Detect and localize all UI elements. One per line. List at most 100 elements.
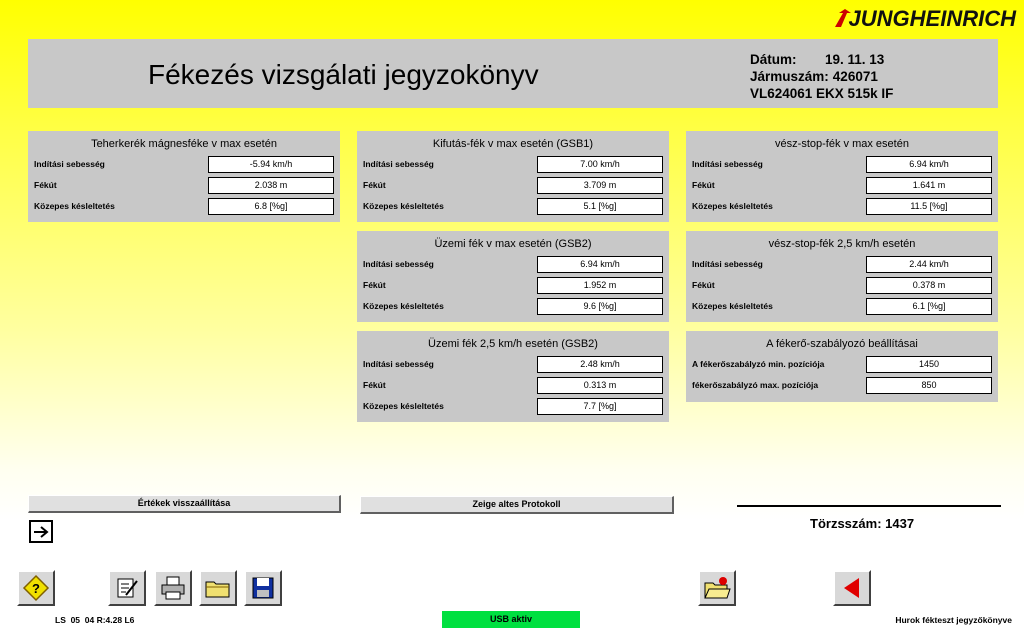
row-label: Indítási sebesség [363, 259, 434, 269]
row-label: Közepes késleltetés [363, 301, 444, 311]
row-label: Fékút [692, 280, 715, 290]
report-header: Fékezés vizsgálati jegyzokönyv Dátum: 19.… [28, 39, 998, 108]
value-field: 9.6 [%g] [537, 298, 663, 315]
next-arrow-button[interactable] [29, 520, 53, 543]
row-label: Fékút [34, 180, 57, 190]
row-brake-distance: Fékút 1.641 m [686, 177, 998, 198]
jungheinrich-logo: JUNGHEINRICH [833, 6, 1016, 32]
panel-load-wheel-brake: Teherkerék mágnesféke v max esetén Indít… [28, 131, 340, 222]
edit-icon [117, 578, 138, 598]
value-field: 2.038 m [208, 177, 334, 194]
row-label: Közepes késleltetés [34, 201, 115, 211]
row-label: A fékerőszabályzó min. pozíciója [692, 359, 825, 369]
panel-service-brake-gsb2: Üzemi fék v max esetén (GSB2) Indítási s… [357, 231, 669, 322]
panel-title: Kifutás-fék v max esetén (GSB1) [432, 138, 594, 150]
folder-icon [205, 581, 230, 598]
help-button[interactable]: ? [17, 570, 55, 606]
row-deceleration: Közepes késleltetés 6.8 [%g] [28, 198, 340, 219]
row-brake-distance: Fékút 2.038 m [28, 177, 340, 198]
row-deceleration: Közepes késleltetés 7.7 [%g] [357, 398, 669, 419]
value-field: 1450 [866, 356, 992, 373]
panel-title: vész-stop-fék v max esetén [775, 138, 909, 150]
value-field: 6.8 [%g] [208, 198, 334, 215]
open-folder-icon [704, 577, 731, 599]
row-start-speed: Indítási sebesség 7.00 km/h [357, 156, 669, 177]
row-label: Fékút [692, 180, 715, 190]
serial-number: Törzsszám: 1437 [810, 516, 914, 531]
print-icon [161, 576, 185, 600]
value-field: 5.1 [%g] [537, 198, 663, 215]
row-start-speed: Indítási sebesség 2.44 km/h [686, 256, 998, 277]
divider-line [737, 505, 1001, 507]
row-deceleration: Közepes késleltetés 6.1 [%g] [686, 298, 998, 319]
edit-button[interactable] [108, 570, 146, 606]
date-label: Dátum: [750, 52, 797, 67]
row-brake-distance: Fékút 0.378 m [686, 277, 998, 298]
page-title: Fékezés vizsgálati jegyzokönyv [148, 59, 539, 90]
arrow-right-icon [34, 525, 49, 538]
panel-service-brake-2-5-gsb2: Üzemi fék 2,5 km/h esetén (GSB2) Indítás… [357, 331, 669, 422]
value-field: 6.94 km/h [866, 156, 992, 173]
row-label: Fékút [363, 280, 386, 290]
row-label: Közepes késleltetés [692, 201, 773, 211]
panel-title: Teherkerék mágnesféke v max esetén [91, 138, 277, 150]
value-field: 1.952 m [537, 277, 663, 294]
row-regulator-min: A fékerőszabályzó min. pozíciója 1450 [686, 356, 998, 377]
value-field: 3.709 m [537, 177, 663, 194]
row-deceleration: Közepes késleltetés 9.6 [%g] [357, 298, 669, 319]
panel-emergency-stop-vmax: vész-stop-fék v max esetén Indítási sebe… [686, 131, 998, 222]
row-brake-distance: Fékút 1.952 m [357, 277, 669, 298]
value-field: 1.641 m [866, 177, 992, 194]
row-label: Fékút [363, 180, 386, 190]
help-icon: ? [22, 574, 50, 602]
open-folder-button[interactable] [199, 570, 237, 606]
header-meta: Dátum: 19. 11. 13 Jármuszám: 426071 VL6240… [750, 51, 893, 102]
row-label: Közepes késleltetés [692, 301, 773, 311]
row-label: Indítási sebesség [34, 159, 105, 169]
value-field: 0.313 m [537, 377, 663, 394]
panel-coast-brake-gsb1: Kifutás-fék v max esetén (GSB1) Indítási… [357, 131, 669, 222]
row-label: Fékút [363, 380, 386, 390]
row-label: Közepes késleltetés [363, 401, 444, 411]
row-start-speed: Indítási sebesség 6.94 km/h [357, 256, 669, 277]
open-protocol-folder-button[interactable] [698, 570, 736, 606]
model-value: VL624061 EKX 515k IF [750, 86, 894, 101]
value-field: 6.94 km/h [537, 256, 663, 273]
row-brake-distance: Fékút 3.709 m [357, 177, 669, 198]
svg-text:?: ? [32, 581, 40, 596]
value-field: 850 [866, 377, 992, 394]
panel-title: vész-stop-fék 2,5 km/h esetén [768, 238, 916, 250]
serial-label: Törzsszám: [810, 516, 882, 531]
row-deceleration: Közepes késleltetés 5.1 [%g] [357, 198, 669, 219]
row-label: Indítási sebesség [363, 359, 434, 369]
print-button[interactable] [154, 570, 192, 606]
row-start-speed: Indítási sebesség -5.94 km/h [28, 156, 340, 177]
row-label: fékerőszabályzó max. pozíciója [692, 380, 819, 390]
value-field: 7.00 km/h [537, 156, 663, 173]
reset-values-button[interactable]: Értékek visszaállítása [28, 495, 341, 513]
value-field: 0.378 m [866, 277, 992, 294]
row-label: Közepes késleltetés [363, 201, 444, 211]
status-left: LS 05 04 R:4.28 L6 [55, 615, 135, 625]
value-field: 2.44 km/h [866, 256, 992, 273]
panel-title: A fékerő-szabályozó beállításai [766, 338, 918, 350]
show-old-protocol-button[interactable]: Zeige altes Protokoll [360, 496, 674, 514]
row-start-speed: Indítási sebesség 6.94 km/h [686, 156, 998, 177]
row-start-speed: Indítási sebesség 2.48 km/h [357, 356, 669, 377]
logo-text: JUNGHEINRICH [848, 6, 1016, 31]
save-button[interactable] [244, 570, 282, 606]
save-icon [252, 577, 274, 599]
back-button[interactable] [833, 570, 871, 606]
value-field: 11.5 [%g] [866, 198, 992, 215]
screen-title: Hurok fékteszt jegyzőkönyve [895, 615, 1012, 625]
value-field: -5.94 km/h [208, 156, 334, 173]
date-value: 19. 11. 13 [825, 52, 885, 67]
row-label: Indítási sebesség [692, 259, 763, 269]
usb-status-badge: USB aktiv [442, 611, 580, 628]
panel-title: Üzemi fék 2,5 km/h esetén (GSB2) [428, 338, 598, 350]
panel-brake-regulator-settings: A fékerő-szabályozó beállításai A fékerő… [686, 331, 998, 402]
back-arrow-icon [844, 578, 859, 598]
value-field: 7.7 [%g] [537, 398, 663, 415]
row-label: Indítási sebesség [363, 159, 434, 169]
serial-value: 1437 [885, 516, 915, 531]
